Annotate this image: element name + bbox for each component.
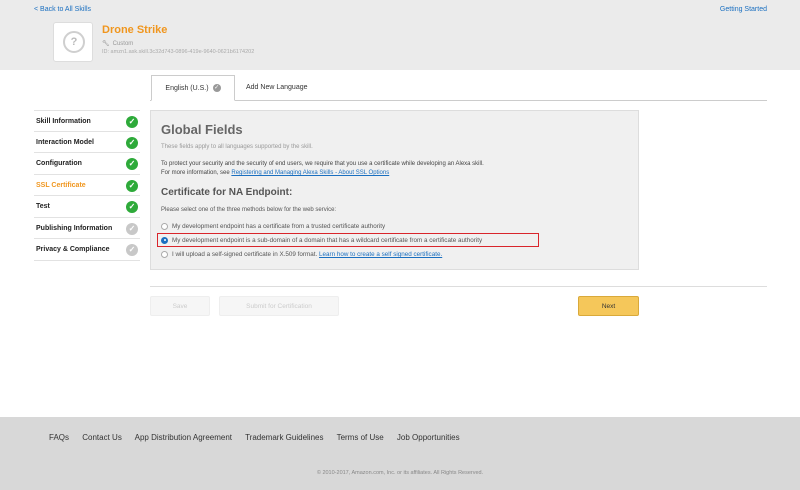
sidebar-item-label: Test xyxy=(36,203,50,210)
cert-option-label: I will upload a self-signed certificate … xyxy=(172,251,319,258)
footer-link-trademark-guidelines[interactable]: Trademark Guidelines xyxy=(245,433,323,442)
divider xyxy=(150,286,767,287)
sidebar-item-label: Skill Information xyxy=(36,118,91,125)
more-info-prefix: For more information, see xyxy=(161,170,232,176)
getting-started-link[interactable]: Getting Started xyxy=(720,6,767,13)
security-notice: To protect your security and the securit… xyxy=(161,161,484,167)
check-circle-icon: ✓ xyxy=(126,158,138,170)
check-icon: ✓ xyxy=(212,84,221,93)
sidebar-item-label: SSL Certificate xyxy=(36,181,86,189)
sidebar-item-label: Publishing Information xyxy=(36,224,113,232)
skill-name: Drone Strike xyxy=(102,24,168,36)
check-circle-icon: ✓ xyxy=(126,116,138,128)
global-fields-panel: Global Fields These fields apply to all … xyxy=(150,110,639,270)
sidebar-item-label: Configuration xyxy=(36,160,82,167)
sidebar-item-ssl-certificate[interactable]: SSL Certificate ✓ xyxy=(34,175,140,196)
ssl-options-link[interactable]: Registering and Managing Alexa Skills - … xyxy=(231,170,389,176)
more-info-text: For more information, see Registering an… xyxy=(161,170,389,176)
radio-button[interactable] xyxy=(161,222,168,230)
wrench-icon: 🔧︎ xyxy=(102,41,110,47)
tab-english-us-label: English (U.S.) xyxy=(165,85,209,92)
sidebar-item-privacy-compliance[interactable]: Privacy & Compliance ✓ xyxy=(34,239,140,261)
radio-button[interactable] xyxy=(161,250,168,258)
sidebar-item-label: Interaction Model xyxy=(36,138,94,146)
tab-english-us[interactable]: English (U.S.) ✓ xyxy=(151,75,235,101)
footer-link-app-distribution-agreement[interactable]: App Distribution Agreement xyxy=(135,433,232,442)
sidebar-nav: Skill Information ✓ Interaction Model ✓ … xyxy=(34,110,140,261)
check-circle-icon: ✓ xyxy=(126,244,138,256)
sidebar-item-publishing-information[interactable]: Publishing Information ✓ xyxy=(34,218,140,239)
save-button[interactable]: Save xyxy=(150,296,210,316)
sidebar-item-label: Privacy & Compliance xyxy=(36,246,110,253)
cert-option-trusted[interactable]: My development endpoint has a certificat… xyxy=(161,221,385,232)
page-footer: FAQs Contact Us App Distribution Agreeme… xyxy=(0,417,800,490)
footer-links: FAQs Contact Us App Distribution Agreeme… xyxy=(49,433,471,442)
next-button[interactable]: Next xyxy=(578,296,639,316)
skill-type-label: Custom xyxy=(112,41,134,47)
cert-option-label: My development endpoint has a certificat… xyxy=(172,223,386,230)
cert-instructions: Please select one of the three methods b… xyxy=(161,207,337,213)
back-to-all-skills-link[interactable]: < Back to All Skills xyxy=(34,6,91,13)
footer-link-faqs[interactable]: FAQs xyxy=(49,433,69,442)
cert-heading: Certificate for NA Endpoint: xyxy=(161,187,293,198)
footer-link-terms-of-use[interactable]: Terms of Use xyxy=(337,433,384,442)
skill-type: 🔧︎ Custom xyxy=(102,40,133,47)
language-tabs: English (U.S.) ✓ Add New Language xyxy=(150,75,767,101)
skill-header: < Back to All Skills Getting Started ? D… xyxy=(0,0,800,70)
self-signed-help-link[interactable]: Learn how to create a self signed certif… xyxy=(319,251,442,258)
cert-option-self-signed[interactable]: I will upload a self-signed certificate … xyxy=(161,249,442,260)
check-circle-icon: ✓ xyxy=(126,136,138,149)
sidebar-item-interaction-model[interactable]: Interaction Model ✓ xyxy=(34,132,140,153)
panel-subtitle: These fields apply to all languages supp… xyxy=(161,144,313,150)
footer-link-contact-us[interactable]: Contact Us xyxy=(82,433,122,442)
check-circle-icon: ✓ xyxy=(126,201,138,213)
sidebar-item-skill-information[interactable]: Skill Information ✓ xyxy=(34,110,140,132)
check-circle-icon: ✓ xyxy=(126,222,138,235)
check-circle-icon: ✓ xyxy=(126,179,138,192)
skill-avatar: ? xyxy=(53,22,93,62)
footer-link-job-opportunities[interactable]: Job Opportunities xyxy=(397,433,460,442)
page-title: Global Fields xyxy=(161,122,243,137)
sidebar-item-test[interactable]: Test ✓ xyxy=(34,196,140,218)
tab-add-new-language[interactable]: Add New Language xyxy=(246,75,308,101)
copyright: © 2010-2017, Amazon.com, Inc. or its aff… xyxy=(316,470,484,476)
speech-bubble-question-icon: ? xyxy=(63,31,85,53)
sidebar-item-configuration[interactable]: Configuration ✓ xyxy=(34,153,140,175)
selection-highlight xyxy=(157,233,539,247)
skill-id: ID: amzn1.ask.skill.3c32d743-0896-419e-9… xyxy=(102,49,255,55)
submit-for-certification-button[interactable]: Submit for Certification xyxy=(219,296,339,316)
